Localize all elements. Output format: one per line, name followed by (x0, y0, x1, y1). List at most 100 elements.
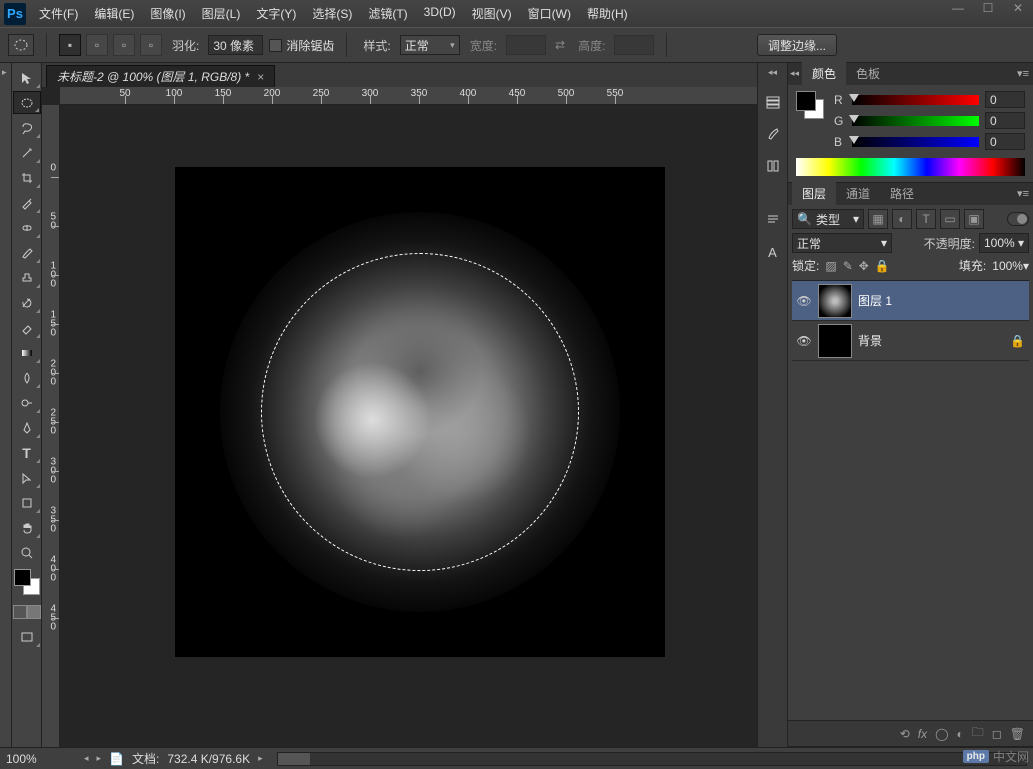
zoom-left-icon[interactable]: ◂ (84, 753, 89, 764)
standard-mode-icon[interactable] (13, 605, 27, 619)
paragraph-panel-icon[interactable] (761, 208, 785, 232)
tool-preset-picker[interactable] (8, 34, 34, 56)
delete-layer-icon[interactable]: 🗑 (1010, 727, 1025, 741)
antialias-checkbox[interactable]: 消除锯齿 (269, 37, 334, 54)
layer-thumbnail[interactable] (818, 284, 852, 318)
text-tool[interactable]: T (13, 441, 41, 464)
layer-mask-icon[interactable]: ◯ (935, 727, 948, 741)
fg-color-swatch[interactable] (14, 569, 31, 586)
magic-wand-tool[interactable] (13, 141, 41, 164)
r-input[interactable] (985, 91, 1025, 108)
panel-menu-icon[interactable]: ▾≡ (1017, 67, 1029, 80)
panel-menu-icon[interactable]: ▾≡ (1017, 187, 1029, 200)
lock-transparent-icon[interactable]: ▨ (825, 259, 836, 273)
menu-view[interactable]: 视图(V) (465, 2, 519, 25)
color-swatches[interactable] (14, 569, 40, 595)
feather-input[interactable] (208, 35, 263, 55)
filter-adjust-icon[interactable]: ◐ (892, 209, 912, 229)
brush-panel-icon[interactable] (761, 122, 785, 146)
menu-image[interactable]: 图像(I) (143, 2, 192, 25)
pen-tool[interactable] (13, 416, 41, 439)
layers-tab[interactable]: 图层 (792, 182, 836, 205)
close-tab-icon[interactable]: × (257, 70, 264, 84)
stamp-tool[interactable] (13, 266, 41, 289)
expand-dock-icon[interactable]: ◂◂ (768, 67, 777, 78)
b-input[interactable] (985, 133, 1025, 150)
quickmask-mode-icon[interactable] (27, 605, 41, 619)
maximize-button[interactable]: ☐ (973, 0, 1003, 18)
close-button[interactable]: ✕ (1003, 0, 1033, 18)
intersect-selection-icon[interactable]: ▫ (140, 34, 162, 56)
g-input[interactable] (985, 112, 1025, 129)
document-tab[interactable]: 未标题-2 @ 100% (图层 1, RGB/8) * × (46, 65, 275, 87)
menu-file[interactable]: 文件(F) (32, 2, 85, 25)
eraser-tool[interactable] (13, 316, 41, 339)
zoom-value[interactable]: 100% (6, 752, 76, 766)
g-slider[interactable] (852, 116, 979, 126)
gradient-tool[interactable] (13, 341, 41, 364)
layer-thumbnail[interactable] (818, 324, 852, 358)
menu-3d[interactable]: 3D(D) (417, 2, 463, 25)
blur-tool[interactable] (13, 366, 41, 389)
status-menu-icon[interactable]: ▸ (258, 753, 263, 764)
lasso-tool[interactable] (13, 116, 41, 139)
healing-tool[interactable] (13, 216, 41, 239)
lock-pixels-icon[interactable]: ✎ (843, 259, 853, 273)
visibility-icon[interactable]: 👁 (796, 334, 812, 348)
shape-tool[interactable] (13, 491, 41, 514)
swatches-tab[interactable]: 色板 (846, 62, 890, 85)
menu-filter[interactable]: 滤镜(T) (361, 2, 414, 25)
color-swatch[interactable] (796, 91, 824, 119)
new-layer-icon[interactable]: ◻ (992, 727, 1002, 741)
layer-name[interactable]: 图层 1 (858, 292, 1025, 309)
layer-item[interactable]: 👁 背景 🔒 (792, 321, 1029, 361)
horizontal-scrollbar[interactable] (277, 752, 1027, 766)
refine-edge-button[interactable]: 调整边缘... (757, 34, 837, 56)
r-slider[interactable] (852, 95, 979, 105)
new-selection-icon[interactable]: ▪ (59, 34, 81, 56)
opacity-input[interactable]: 100%▾ (979, 233, 1029, 253)
layer-name[interactable]: 背景 (858, 332, 1004, 349)
color-spectrum[interactable] (796, 158, 1025, 176)
filter-toggle[interactable] (1007, 212, 1029, 226)
layer-group-icon[interactable]: 🗀 (972, 723, 984, 744)
b-slider[interactable] (852, 137, 979, 147)
layer-item[interactable]: 👁 图层 1 (792, 281, 1029, 321)
filter-kind-dropdown[interactable]: 🔍类型▾ (792, 209, 864, 229)
color-tab[interactable]: 颜色 (802, 62, 846, 85)
lock-position-icon[interactable]: ✥ (859, 259, 869, 273)
paths-tab[interactable]: 路径 (880, 182, 924, 205)
channels-tab[interactable]: 通道 (836, 182, 880, 205)
minimize-button[interactable]: — (943, 0, 973, 18)
crop-tool[interactable] (13, 166, 41, 189)
subtract-selection-icon[interactable]: ▫ (113, 34, 135, 56)
fill-input[interactable]: 100%▾ (992, 259, 1029, 273)
layer-fx-icon[interactable]: fx (918, 727, 927, 741)
filter-shape-icon[interactable]: ▭ (940, 209, 960, 229)
marquee-tool[interactable] (13, 91, 41, 114)
style-dropdown[interactable]: 正常▾ (400, 35, 460, 55)
zoom-tool[interactable] (13, 541, 41, 564)
dodge-tool[interactable] (13, 391, 41, 414)
link-layers-icon[interactable]: ⟲ (900, 727, 910, 741)
history-brush-tool[interactable] (13, 291, 41, 314)
menu-select[interactable]: 选择(S) (305, 2, 359, 25)
blend-mode-dropdown[interactable]: 正常▾ (792, 233, 892, 253)
brush-presets-panel-icon[interactable] (761, 154, 785, 178)
hand-tool[interactable] (13, 516, 41, 539)
canvas-viewport[interactable] (60, 105, 757, 747)
left-dock-strip[interactable]: ▸ (0, 63, 12, 747)
history-panel-icon[interactable] (761, 90, 785, 114)
adjustment-layer-icon[interactable]: ◐ (957, 727, 964, 741)
brush-tool[interactable] (13, 241, 41, 264)
menu-window[interactable]: 窗口(W) (521, 2, 578, 25)
collapse-icon[interactable]: ◂◂ (790, 68, 799, 79)
lock-all-icon[interactable]: 🔒 (875, 259, 890, 273)
eyedropper-tool[interactable] (13, 191, 41, 214)
screen-mode-tool[interactable] (13, 625, 41, 648)
menu-layer[interactable]: 图层(L) (195, 2, 248, 25)
visibility-icon[interactable]: 👁 (796, 294, 812, 308)
filter-pixel-icon[interactable]: ▦ (868, 209, 888, 229)
move-tool[interactable] (13, 66, 41, 89)
menu-edit[interactable]: 编辑(E) (87, 2, 141, 25)
